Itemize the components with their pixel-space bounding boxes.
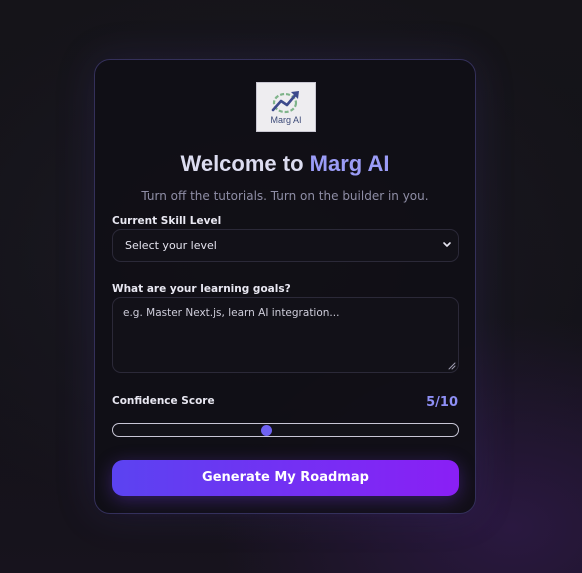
skill-level-select[interactable]: Select your level (112, 229, 459, 262)
chevron-down-icon (443, 242, 451, 247)
confidence-slider[interactable] (112, 423, 459, 437)
rising-chart-arrow-icon (271, 91, 299, 114)
title-prefix: Welcome to (180, 151, 310, 176)
skill-level-label: Current Skill Level (112, 215, 222, 227)
confidence-label: Confidence Score (112, 395, 215, 407)
skill-level-value: Select your level (125, 239, 217, 252)
page-title: Welcome to Marg AI (95, 151, 475, 177)
onboarding-card: Marg AI Welcome to Marg AI Turn off the … (94, 59, 476, 514)
tagline: Turn off the tutorials. Turn on the buil… (141, 189, 429, 203)
learning-goals-label: What are your learning goals? (112, 283, 291, 295)
marg-ai-logo: Marg AI (256, 82, 316, 132)
generate-roadmap-button[interactable]: Generate My Roadmap (112, 460, 459, 496)
resize-grip-icon[interactable] (447, 361, 456, 370)
learning-goals-placeholder: e.g. Master Next.js, learn AI integratio… (123, 307, 340, 319)
slider-thumb[interactable] (261, 425, 273, 436)
logo-text: Marg AI (270, 115, 302, 125)
title-brand: Marg AI (309, 151, 390, 176)
confidence-value: 5/10 (426, 395, 458, 410)
learning-goals-input[interactable]: e.g. Master Next.js, learn AI integratio… (112, 297, 459, 373)
